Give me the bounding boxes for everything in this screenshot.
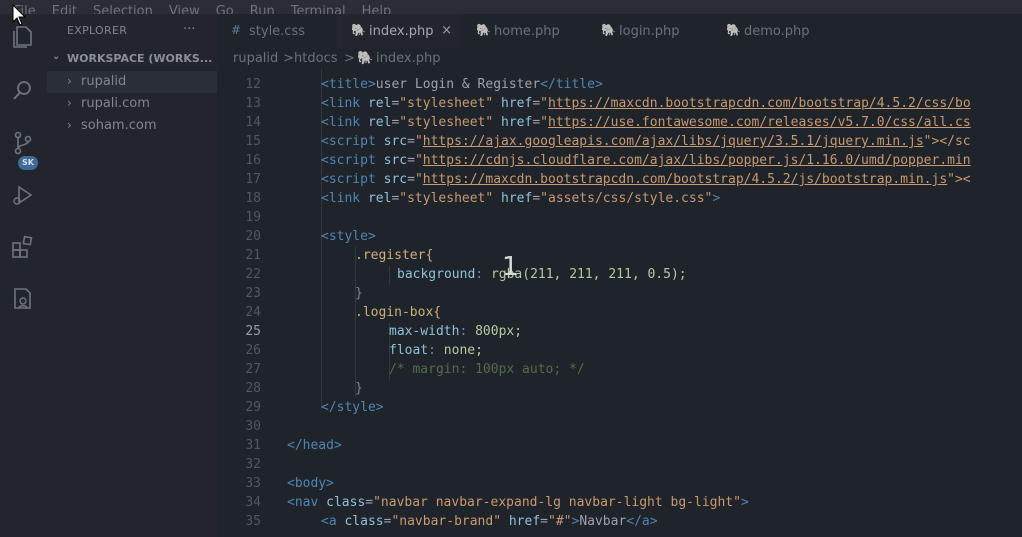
code-line: 30 [245,419,261,434]
breadcrumb-rupalid[interactable]: rupalid [233,51,278,66]
code-line: 19 [245,210,261,225]
chevron-right-icon: › [67,118,72,132]
tree-item-rupalid[interactable]: › rupalid [47,71,217,93]
code-line: 26 float: none; [245,343,483,358]
code-line: 20 <style> [245,229,376,244]
extensions-icon[interactable] [10,234,36,260]
menu-view[interactable]: View [169,5,200,15]
menu-edit[interactable]: Edit [52,5,77,15]
activity-bar: SK [0,14,47,537]
php-file-icon: 🐘 [601,23,616,37]
tab-demo-php[interactable]: 🐘 demo.php [712,14,837,49]
explorer-sidebar: EXPLORER ··· ⌄ WORKSPACE (WORKS... › rup… [47,14,217,537]
code-line: 33 <body> [245,476,334,491]
code-line: 18 <link rel="stylesheet" href="assets/c… [245,191,721,206]
search-icon[interactable] [10,77,36,103]
chevron-right-icon: › [67,96,72,110]
workspace-header[interactable]: ⌄ WORKSPACE (WORKS... [47,50,217,68]
code-line: 28 } [245,381,363,396]
breadcrumb-htdocs[interactable]: htdocs [294,51,337,66]
tab-home-php[interactable]: 🐘 home.php [462,14,587,49]
breadcrumb-index-php[interactable]: index.php [376,51,440,66]
breadcrumb: rupalid > htdocs > 🐘 index.php [217,49,1022,69]
explorer-icon[interactable] [10,24,36,50]
vscode-window: File Edit Selection View Go Run Terminal… [0,0,1022,537]
code-line: 14 <link rel="stylesheet" href="https://… [245,115,971,130]
code-line: 23 } [245,286,363,301]
tab-bar: # style.css 🐘 index.php × 🐘 home.php 🐘 l… [217,14,1022,49]
tab-style-css[interactable]: # style.css [217,14,337,49]
php-file-icon: 🐘 [351,23,366,37]
menu-help[interactable]: Help [362,5,392,15]
code-line: 27 /* margin: 100px auto; */ [245,362,585,377]
code-editor[interactable]: 12 <title>user Login & Register</title> … [217,69,1022,537]
code-line: 24 .login-box{ [245,305,442,320]
breadcrumb-separator: > [283,51,294,66]
tab-index-php[interactable]: 🐘 index.php × [337,14,462,49]
code-line: 29 </style> [245,400,384,415]
code-line: 34 <nav class="navbar navbar-expand-lg n… [245,495,749,510]
code-line: 17 <script src="https://maxcdn.bootstrap… [245,172,971,187]
code-line: 13 <link rel="stylesheet" href="https://… [245,96,971,111]
code-line: 12 <title>user Login & Register</title> [245,77,603,92]
close-icon[interactable]: × [441,23,452,38]
run-debug-icon[interactable] [10,182,36,208]
menu-go[interactable]: Go [216,5,234,15]
php-file-icon: 🐘 [357,51,374,66]
menu-selection[interactable]: Selection [93,5,153,15]
menu-bar: File Edit Selection View Go Run Terminal… [0,0,1022,14]
tree-item-rupali-com[interactable]: › rupali.com [47,93,217,115]
php-file-icon: 🐘 [476,23,491,37]
chevron-down-icon: ⌄ [52,51,61,62]
tab-login-php[interactable]: 🐘 login.php [587,14,712,49]
more-actions-icon[interactable]: ··· [183,22,195,37]
php-file-icon: 🐘 [726,23,741,37]
code-line: 31 </head> [245,438,342,453]
chevron-right-icon: › [67,74,72,88]
code-line: 21 .register{ [245,248,434,263]
remote-explorer-icon[interactable] [10,286,36,312]
code-line: 32 [245,457,261,472]
breadcrumb-separator: > [344,51,355,66]
code-line-current: 25 max-width: 800px; [245,324,523,339]
code-line: 35 <a class="navbar-brand" href="#">Navb… [245,514,658,529]
menu-terminal[interactable]: Terminal [291,5,346,15]
source-control-icon[interactable] [10,130,36,156]
tree-item-soham-com[interactable]: › soham.com [47,115,217,137]
code-line: 16 <script src="https://cdnjs.cloudflare… [245,153,971,168]
code-line: 15 <script src="https://ajax.googleapis.… [245,134,971,149]
explorer-title: EXPLORER [67,24,128,37]
css-file-icon: # [231,23,242,37]
code-line: 22 background: rgba(211, 211, 211, 0.5); [245,267,687,282]
menu-run[interactable]: Run [250,5,275,15]
overlay-counter: 1 [502,252,519,282]
account-badge: SK [18,156,38,170]
